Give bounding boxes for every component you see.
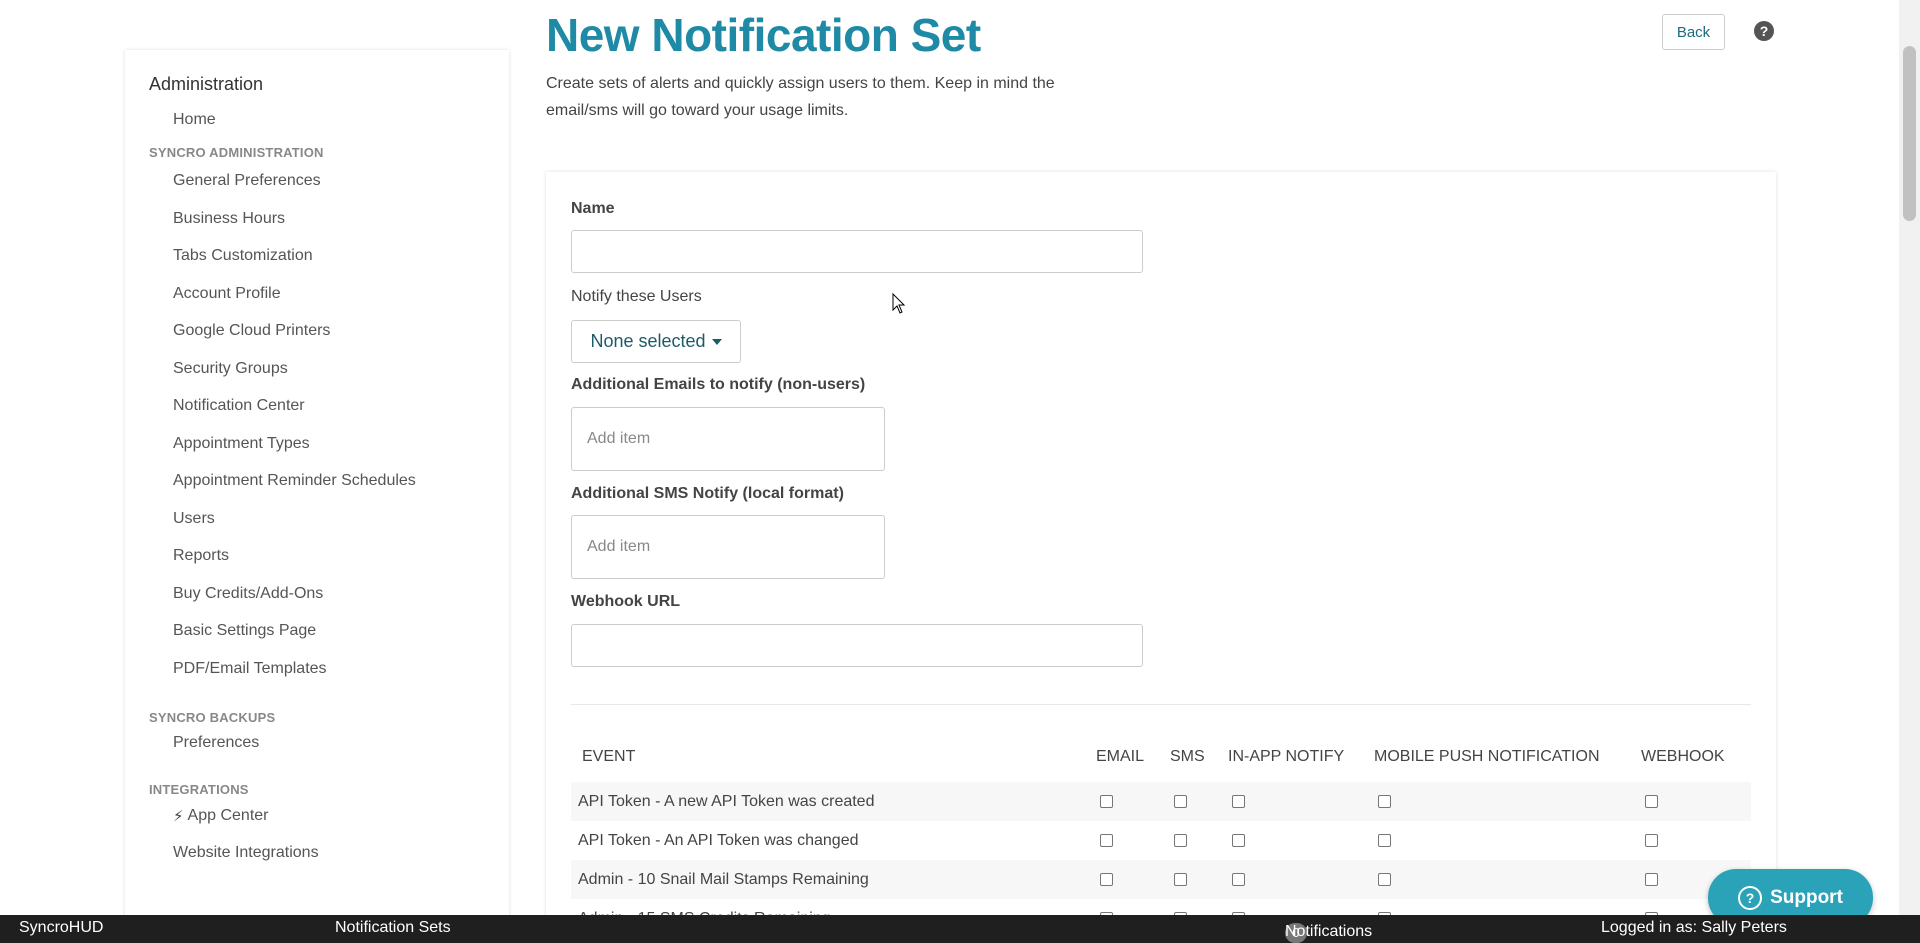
event-name: Admin - 10 Snail Mail Stamps Remaining — [571, 860, 1096, 899]
question-icon: ? — [1738, 885, 1763, 910]
support-label: Support — [1770, 886, 1843, 908]
event-name: API Token - An API Token was changed — [578, 831, 859, 849]
mobile-push-checkbox[interactable] — [1378, 794, 1391, 808]
email-checkbox[interactable] — [1100, 833, 1113, 847]
bolt-icon: ⚡︎ — [173, 807, 184, 825]
table-row: API Token - An API Token was changed — [571, 821, 1751, 860]
table-row: API Token - A new API Token was created — [571, 782, 1751, 821]
webhook-checkbox[interactable] — [1645, 872, 1658, 886]
sidebar-item-app-center[interactable]: ⚡︎ App Center — [149, 797, 509, 835]
in-app-checkbox[interactable] — [1232, 833, 1245, 847]
back-button[interactable]: Back — [1662, 14, 1725, 50]
help-icon[interactable]: ? — [1754, 21, 1774, 41]
email-checkbox[interactable] — [1100, 872, 1113, 886]
mouse-cursor-icon — [892, 293, 906, 314]
events-table: EVENT EMAIL SMS IN-APP NOTIFY MOBILE PUS… — [571, 732, 1751, 938]
in-app-checkbox[interactable] — [1232, 872, 1245, 886]
notification-set-form: Name Notify these Users None selected Ad… — [546, 172, 1776, 942]
status-bar: SyncroHUD Notification Sets 0 Notificatio… — [0, 915, 1920, 943]
sidebar-item-users[interactable]: Users — [149, 500, 509, 538]
in-app-checkbox[interactable] — [1232, 794, 1245, 808]
sms-checkbox[interactable] — [1174, 794, 1187, 808]
divider — [571, 704, 1751, 705]
sidebar-item-google-cloud-printers[interactable]: Google Cloud Printers — [149, 313, 509, 351]
sidebar-item-account-profile[interactable]: Account Profile — [149, 275, 509, 313]
column-header-email: EMAIL — [1096, 748, 1145, 765]
column-header-mobile-push: MOBILE PUSH NOTIFICATION — [1374, 748, 1600, 765]
sidebar-item-pdf-email-templates[interactable]: PDF/Email Templates — [149, 650, 509, 688]
sms-checkbox[interactable] — [1174, 872, 1187, 886]
sidebar-item-basic-settings[interactable]: Basic Settings Page — [149, 613, 509, 651]
event-name: API Token - A new API Token was created — [571, 782, 1096, 821]
webhook-checkbox[interactable] — [1645, 833, 1658, 847]
notifications-label: Notifications — [1285, 923, 1373, 940]
webhook-checkbox[interactable] — [1645, 794, 1658, 808]
sidebar-item-general-preferences[interactable]: General Preferences — [149, 163, 509, 201]
column-header-sms: SMS — [1170, 748, 1205, 765]
sidebar-item-appointment-types[interactable]: Appointment Types — [149, 425, 509, 463]
email-checkbox[interactable] — [1100, 794, 1113, 808]
sidebar-item-security-groups[interactable]: Security Groups — [149, 350, 509, 388]
name-label: Name — [571, 200, 615, 217]
sidebar-item-tabs-customization[interactable]: Tabs Customization — [149, 238, 509, 276]
app-root: Administration Home SYNCRO ADMINISTRATIO… — [0, 0, 1920, 943]
additional-emails-input[interactable]: Add item — [571, 407, 885, 471]
sidebar-item-notification-center[interactable]: Notification Center — [149, 388, 509, 426]
sms-checkbox[interactable] — [1174, 833, 1187, 847]
notify-users-dropdown[interactable]: None selected — [571, 320, 741, 363]
mobile-push-checkbox[interactable] — [1378, 833, 1391, 847]
mobile-push-checkbox[interactable] — [1378, 872, 1391, 886]
sidebar-item-backup-preferences[interactable]: Preferences — [149, 725, 509, 763]
notify-users-label: Notify these Users — [571, 288, 702, 305]
table-row: Admin - 10 Snail Mail Stamps Remaining — [571, 860, 1751, 899]
admin-sidebar: Administration Home SYNCRO ADMINISTRATIO… — [125, 50, 509, 920]
sidebar-item-appointment-reminder-schedules[interactable]: Appointment Reminder Schedules — [149, 463, 509, 501]
sidebar-section-heading: INTEGRATIONS — [149, 782, 249, 797]
sidebar-item-buy-credits[interactable]: Buy Credits/Add-Ons — [149, 575, 509, 613]
sidebar-section-heading: SYNCRO BACKUPS — [149, 709, 276, 725]
footer-current-page[interactable]: Notification Sets — [335, 919, 451, 937]
page-description: Create sets of alerts and quickly assign… — [546, 75, 1055, 119]
additional-sms-label: Additional SMS Notify (local format) — [571, 485, 844, 502]
page-title: New Notification Set — [546, 9, 981, 61]
footer-brand[interactable]: SyncroHUD — [19, 919, 103, 937]
sidebar-item-reports[interactable]: Reports — [149, 538, 509, 576]
table-header-row: EVENT EMAIL SMS IN-APP NOTIFY MOBILE PUS… — [571, 732, 1751, 782]
sidebar-title: Administration — [149, 74, 264, 94]
sidebar-item-website-integrations[interactable]: Website Integrations — [149, 835, 509, 873]
additional-sms-input[interactable]: Add item — [571, 515, 885, 579]
scrollbar-thumb[interactable] — [1903, 46, 1916, 221]
column-header-webhook: WEBHOOK — [1641, 748, 1725, 765]
column-header-event: EVENT — [582, 748, 636, 765]
caret-down-icon — [711, 338, 722, 345]
sidebar-item-label: App Center — [187, 806, 269, 824]
column-header-in-app: IN-APP NOTIFY — [1228, 748, 1345, 765]
name-input[interactable] — [571, 230, 1143, 273]
sidebar-section-heading: SYNCRO ADMINISTRATION — [149, 144, 324, 160]
additional-emails-label: Additional Emails to notify (non-users) — [571, 376, 866, 393]
sidebar-item-business-hours[interactable]: Business Hours — [149, 200, 509, 238]
webhook-url-label: Webhook URL — [571, 593, 681, 610]
footer-logged-in: Logged in as: Sally Peters — [1601, 919, 1787, 936]
sidebar-item-home[interactable]: Home — [149, 101, 509, 139]
webhook-url-input[interactable] — [571, 624, 1143, 667]
notify-users-selected: None selected — [590, 331, 706, 351]
